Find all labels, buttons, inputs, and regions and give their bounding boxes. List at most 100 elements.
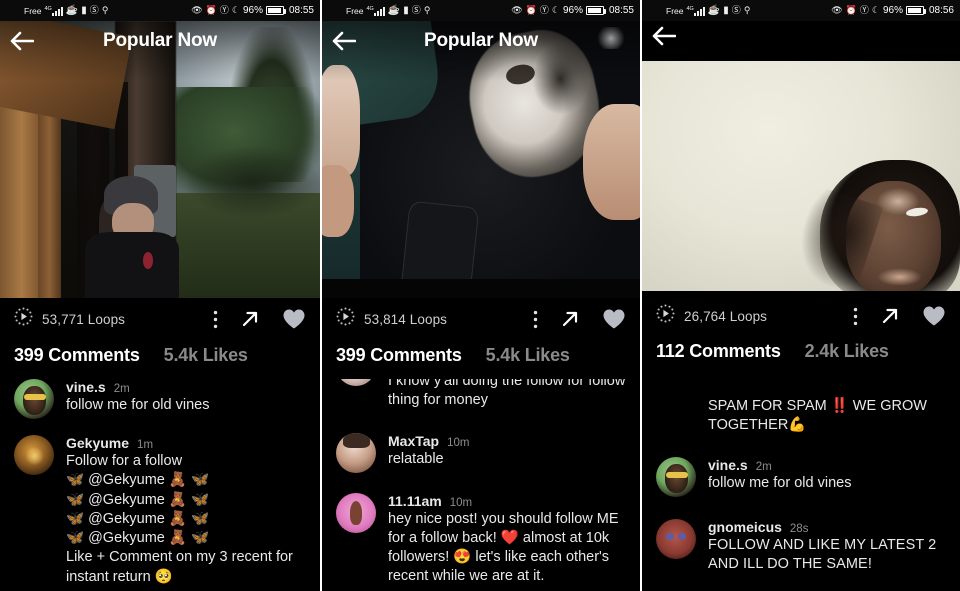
eye-icon: 👁 bbox=[191, 5, 203, 15]
carrier-label: Free bbox=[666, 5, 684, 16]
moon-icon: ☾ bbox=[551, 5, 560, 15]
list-item[interactable]: MaxTap 10m relatable bbox=[336, 432, 626, 473]
location-icon: ⚲ bbox=[423, 5, 431, 15]
carrier-label: Free bbox=[346, 5, 364, 16]
comment-timestamp: 28s bbox=[789, 523, 809, 536]
battery-percent-label: 96% bbox=[562, 5, 583, 16]
loops-count-label: 53,771 Loops bbox=[42, 311, 126, 327]
status-bar-1: Free 4G ☕ ▮ Ⓢ ⚲ 👁 ⏰ Ⓨ ☾ 96% 08:55 bbox=[0, 0, 320, 21]
loop-play-icon bbox=[336, 307, 355, 331]
video-player-2[interactable] bbox=[322, 21, 640, 298]
heart-icon[interactable] bbox=[282, 308, 306, 330]
avatar[interactable] bbox=[336, 432, 376, 473]
loops-count-label: 26,764 Loops bbox=[684, 308, 768, 324]
avatar[interactable] bbox=[14, 435, 54, 475]
dnd-icon: ☕ bbox=[707, 4, 721, 16]
dnd-icon: ☕ bbox=[387, 4, 401, 16]
clock-label: 08:55 bbox=[288, 5, 314, 16]
video-player-1[interactable] bbox=[0, 21, 320, 298]
phone-screen-1: Free 4G ☕ ▮ Ⓢ ⚲ 👁 ⏰ Ⓨ ☾ 96% 08:55 Popula… bbox=[0, 0, 320, 591]
heart-icon[interactable] bbox=[602, 308, 626, 330]
comment-timestamp: 2m bbox=[113, 383, 130, 395]
app-bar-1: Popular Now bbox=[0, 21, 320, 61]
back-arrow-icon[interactable] bbox=[322, 21, 366, 61]
comment-text: 🤝 @eeu 🤝 SPAM FOR SPAM ‼️ WE GROW TOGETH… bbox=[708, 372, 927, 433]
alarm-icon: ⏰ bbox=[205, 5, 217, 15]
list-item[interactable]: 🤝 @eeu 🤝 SPAM FOR SPAM ‼️ WE GROW TOGETH… bbox=[656, 372, 946, 435]
loops-bar-2: 53,814 Loops bbox=[322, 298, 640, 340]
likes-count[interactable]: 5.4k Likes bbox=[486, 345, 570, 366]
more-vertical-icon[interactable] bbox=[213, 310, 218, 329]
phone-screen-2: Free 4G ☕ ▮ Ⓢ ⚲ 👁 ⏰ Ⓨ ☾ 96% 08:55 Popula… bbox=[320, 0, 640, 591]
list-item[interactable]: gnomeicus 28s FOLLOW AND LIKE MY LATEST … bbox=[656, 519, 946, 575]
list-item[interactable]: 11.11am 10m hey nice post! you should fo… bbox=[336, 492, 626, 587]
more-vertical-icon[interactable] bbox=[533, 310, 538, 329]
share-arrow-icon[interactable] bbox=[240, 309, 260, 329]
clock-label: 08:55 bbox=[608, 5, 634, 16]
sd-card-icon: ▮ bbox=[81, 4, 87, 16]
avatar[interactable] bbox=[656, 457, 696, 498]
video-player-3[interactable] bbox=[642, 50, 960, 295]
eye-icon: 👁 bbox=[511, 5, 523, 15]
avatar[interactable] bbox=[656, 519, 696, 560]
signal-bars-icon: 4G bbox=[366, 6, 385, 16]
comments-count[interactable]: 399 Comments bbox=[336, 345, 462, 366]
avatar[interactable] bbox=[336, 492, 376, 533]
bluetooth-icon: Ⓨ bbox=[219, 5, 229, 15]
comment-username[interactable]: vine.s bbox=[708, 457, 748, 473]
battery-percent-label: 96% bbox=[242, 5, 263, 16]
moon-icon: ☾ bbox=[871, 5, 880, 15]
moon-icon: ☾ bbox=[231, 5, 240, 15]
list-item[interactable]: Gekyume 1m Follow for a follow 🦋 @Gekyum… bbox=[14, 435, 306, 587]
app-bar-2: Popular Now bbox=[322, 21, 640, 61]
location-icon: ⚲ bbox=[743, 5, 751, 15]
list-item[interactable]: vine.s 2m follow me for old vines bbox=[656, 457, 946, 498]
sd-card-icon: ▮ bbox=[723, 4, 729, 16]
screenshot-triptych: Free 4G ☕ ▮ Ⓢ ⚲ 👁 ⏰ Ⓨ ☾ 96% 08:55 Popula… bbox=[0, 0, 960, 591]
comments-list-1[interactable]: vine.s 2m follow me for old vines Gekyum… bbox=[0, 379, 320, 591]
list-item[interactable]: vine.s 2m follow me for old vines bbox=[14, 379, 306, 419]
comment-username[interactable]: vine.s bbox=[66, 379, 106, 395]
comments-list-2[interactable]: I know y'all doing the follow for follow… bbox=[322, 372, 640, 591]
comment-username[interactable]: 11.11am bbox=[388, 493, 442, 509]
page-title-text: Popular Now bbox=[103, 30, 217, 51]
share-arrow-icon[interactable] bbox=[560, 309, 580, 329]
comment-timestamp: 1m bbox=[137, 439, 154, 451]
comment-username[interactable]: MaxTap bbox=[388, 433, 439, 449]
comment-username[interactable]: gnomeicus bbox=[708, 519, 782, 535]
avatar[interactable] bbox=[14, 379, 54, 419]
location-icon: ⚲ bbox=[101, 5, 109, 15]
do-not-disturb-icon: Ⓢ bbox=[411, 5, 421, 15]
back-arrow-icon[interactable] bbox=[642, 21, 686, 50]
status-bar-3: Free 4G ☕ ▮ Ⓢ ⚲ 👁 ⏰ Ⓨ ☾ 96% 08:56 bbox=[642, 0, 960, 21]
battery-icon bbox=[585, 6, 606, 15]
comment-text: relatable bbox=[388, 450, 444, 467]
likes-count[interactable]: 2.4k Likes bbox=[805, 341, 889, 362]
battery-icon bbox=[905, 6, 926, 15]
comment-username[interactable]: Gekyume bbox=[66, 435, 129, 451]
comments-count[interactable]: 399 Comments bbox=[14, 345, 140, 366]
likes-count[interactable]: 5.4k Likes bbox=[164, 345, 248, 366]
comments-count[interactable]: 112 Comments bbox=[656, 341, 781, 362]
share-arrow-icon[interactable] bbox=[880, 306, 900, 326]
loop-play-icon bbox=[14, 307, 33, 331]
comment-text: follow me for old vines bbox=[708, 475, 852, 492]
heart-icon[interactable] bbox=[922, 305, 946, 327]
page-title-text: Popular Now bbox=[424, 30, 538, 51]
bluetooth-icon: Ⓨ bbox=[539, 5, 549, 15]
carrier-label: Free bbox=[24, 5, 42, 16]
signal-bars-icon: 4G bbox=[686, 6, 705, 16]
loops-count-label: 53,814 Loops bbox=[364, 311, 448, 327]
more-vertical-icon[interactable] bbox=[853, 307, 858, 326]
comments-list-3[interactable]: 🤝 @eeu 🤝 SPAM FOR SPAM ‼️ WE GROW TOGETH… bbox=[642, 372, 960, 591]
dnd-icon: ☕ bbox=[65, 4, 79, 16]
page-title: Popular Now bbox=[0, 30, 320, 52]
alarm-icon: ⏰ bbox=[525, 5, 537, 15]
comment-text: Follow for a follow 🦋 @Gekyume 🧸 🦋 🦋 @Ge… bbox=[66, 453, 293, 585]
alarm-icon: ⏰ bbox=[845, 5, 857, 15]
do-not-disturb-icon: Ⓢ bbox=[89, 5, 99, 15]
phone-screen-3: Free 4G ☕ ▮ Ⓢ ⚲ 👁 ⏰ Ⓨ ☾ 96% 08:56 26,764… bbox=[640, 0, 960, 591]
loop-play-icon bbox=[656, 304, 675, 328]
comment-text: FOLLOW AND LIKE MY LATEST 2 AND ILL DO T… bbox=[708, 537, 940, 573]
back-arrow-icon[interactable] bbox=[0, 21, 44, 61]
